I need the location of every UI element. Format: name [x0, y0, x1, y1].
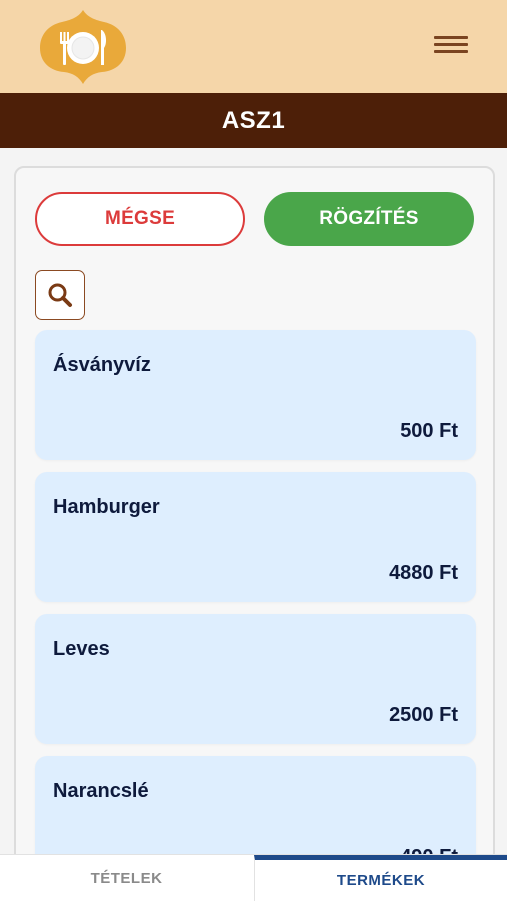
hamburger-menu-icon	[434, 36, 468, 39]
product-name: Narancslé	[53, 780, 149, 802]
product-price: 2500 Ft	[389, 704, 458, 726]
product-name: Hamburger	[53, 496, 160, 518]
product-name: Ásványvíz	[53, 354, 151, 376]
search-button[interactable]	[35, 270, 85, 320]
product-panel: MÉGSE RÖGZÍTÉS Ásványvíz 500 Ft Hamburge…	[14, 166, 495, 886]
product-price: 500 Ft	[400, 420, 458, 442]
search-icon	[48, 283, 72, 307]
tab-items[interactable]: TÉTELEK	[0, 855, 253, 901]
product-list: Ásványvíz 500 Ft Hamburger 4880 Ft Leves…	[35, 330, 476, 898]
tab-products[interactable]: TERMÉKEK	[254, 855, 507, 901]
save-button[interactable]: RÖGZÍTÉS	[264, 192, 474, 246]
menu-button[interactable]	[432, 34, 472, 60]
cancel-button[interactable]: MÉGSE	[35, 192, 245, 246]
product-price: 4880 Ft	[389, 562, 458, 584]
product-card[interactable]: Leves 2500 Ft	[35, 614, 476, 744]
hamburger-menu-line	[434, 50, 468, 53]
table-title-bar: ASZ1	[0, 93, 507, 148]
tab-items-label: TÉTELEK	[90, 869, 163, 887]
cancel-button-label: MÉGSE	[104, 208, 176, 229]
bottom-tab-bar: TÉTELEK TERMÉKEK	[0, 854, 507, 901]
restaurant-logo[interactable]	[38, 8, 128, 86]
save-button-label: RÖGZÍTÉS	[319, 208, 419, 229]
product-card[interactable]: Hamburger 4880 Ft	[35, 472, 476, 602]
page-title: ASZ1	[221, 106, 286, 134]
app-header	[0, 0, 507, 93]
tab-products-label: TERMÉKEK	[336, 872, 426, 889]
hamburger-menu-line	[434, 43, 468, 46]
product-name: Leves	[53, 638, 110, 660]
product-card[interactable]: Ásványvíz 500 Ft	[35, 330, 476, 460]
main-content: MÉGSE RÖGZÍTÉS Ásványvíz 500 Ft Hamburge…	[0, 148, 507, 886]
